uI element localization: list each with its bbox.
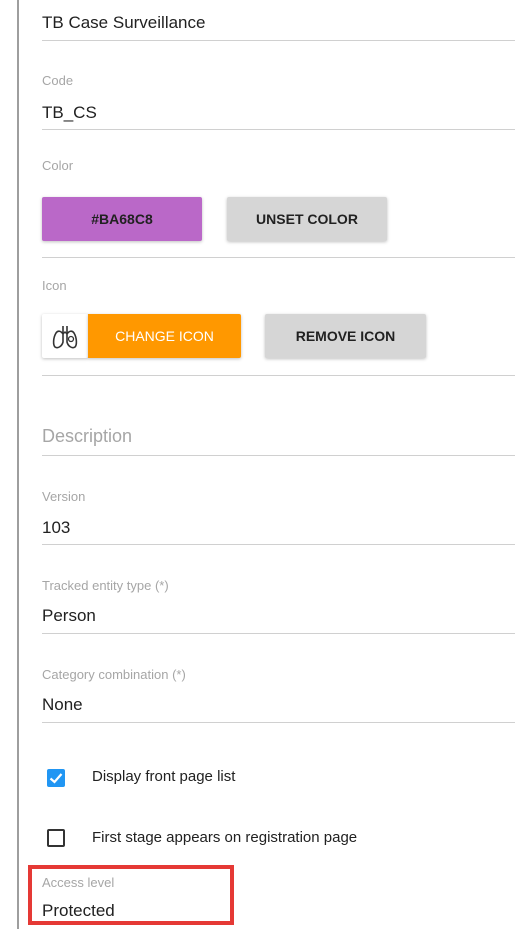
change-icon-button[interactable]: CHANGE ICON	[88, 314, 241, 358]
unset-color-button[interactable]: UNSET COLOR	[227, 197, 387, 241]
code-value: TB_CS	[42, 103, 97, 122]
tracked-entity-type-field[interactable]: Tracked entity type (*) Person	[42, 572, 515, 634]
lungs-icon	[52, 326, 78, 349]
color-swatch-button[interactable]: #BA68C8	[42, 197, 202, 241]
icon-preview[interactable]	[42, 314, 88, 358]
code-field[interactable]: Code TB_CS	[42, 68, 515, 130]
color-label: Color	[42, 158, 74, 173]
tracked-entity-type-label: Tracked entity type (*)	[42, 578, 169, 593]
name-field[interactable]: TB Case Surveillance	[42, 0, 515, 41]
version-field[interactable]: Version 103	[42, 482, 515, 545]
display-front-page-list-label[interactable]: Display front page list	[92, 768, 235, 785]
category-combination-value: None	[42, 695, 83, 714]
category-combination-label: Category combination (*)	[42, 667, 186, 682]
description-underline	[42, 455, 515, 456]
version-underline	[42, 544, 515, 545]
display-front-page-list-checkbox[interactable]	[47, 769, 65, 787]
highlight-box	[28, 865, 234, 925]
category-combination-underline	[42, 722, 515, 723]
icon-section-divider	[42, 375, 515, 376]
code-label: Code	[42, 73, 74, 88]
name-underline	[42, 40, 515, 41]
remove-icon-button[interactable]: REMOVE ICON	[265, 314, 426, 358]
tracked-entity-type-value: Person	[42, 606, 96, 625]
first-stage-registration-label[interactable]: First stage appears on registration page	[92, 829, 357, 846]
description-placeholder: Description	[42, 426, 133, 446]
code-underline	[42, 129, 515, 130]
version-value: 103	[42, 518, 71, 537]
panel-left-border	[17, 0, 19, 929]
version-label: Version	[42, 489, 86, 504]
tracked-entity-type-underline	[42, 633, 515, 634]
check-icon	[49, 773, 63, 784]
color-section-divider	[42, 257, 515, 258]
category-combination-field[interactable]: Category combination (*) None	[42, 661, 515, 723]
description-field[interactable]: Description	[42, 420, 515, 456]
icon-label: Icon	[42, 278, 67, 293]
first-stage-registration-checkbox[interactable]	[47, 829, 65, 847]
name-value: TB Case Surveillance	[42, 13, 206, 32]
